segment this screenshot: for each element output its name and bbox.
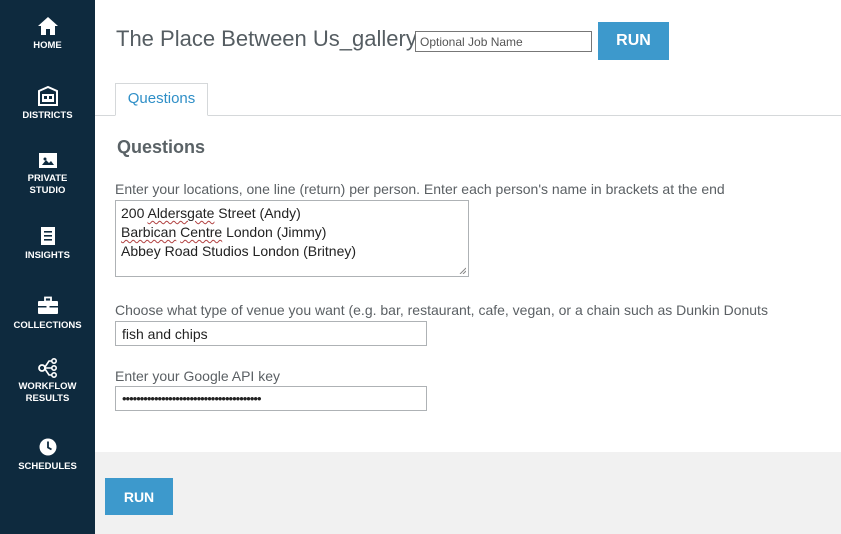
- section-title: Questions: [117, 137, 206, 157]
- sidebar-item-schedules[interactable]: SCHEDULES: [0, 437, 95, 473]
- location-text: Abbey Road Studios London (Britney): [121, 243, 357, 259]
- venue-label: Choose what type of venue you want (e.g.…: [115, 302, 768, 318]
- sidebar-item-label-line2: RESULTS: [25, 393, 70, 404]
- page-title: The Place Between Us_gallery: [116, 26, 417, 51]
- sidebar-item-label: SCHEDULES: [18, 461, 77, 472]
- insights-icon: [40, 227, 55, 245]
- private-studio-icon: [38, 153, 57, 168]
- tab-questions[interactable]: Questions: [115, 83, 208, 116]
- collections-icon: [37, 296, 58, 314]
- location-text: 200: [121, 205, 148, 221]
- location-text-misspelled: Aldersgate: [147, 205, 215, 221]
- location-line: 200 Aldersgate Street (Andy): [121, 204, 463, 223]
- sidebar-item-label: HOME: [33, 40, 62, 51]
- sidebar-item-insights[interactable]: INSIGHTS: [0, 226, 95, 262]
- sidebar-item-label: COLLECTIONS: [13, 320, 82, 331]
- run-button-top[interactable]: RUN: [598, 22, 669, 60]
- location-line: Barbican Centre London (Jimmy): [121, 223, 463, 242]
- sidebar-item-label: DISTRICTS: [22, 110, 73, 121]
- location-line: Abbey Road Studios London (Britney): [121, 242, 463, 261]
- districts-icon: [37, 86, 58, 106]
- location-text-misspelled: Centre: [180, 224, 223, 240]
- location-text-misspelled: Barbican: [121, 224, 177, 240]
- footer-bar: [95, 452, 841, 534]
- sidebar-item-label-line1: PRIVATE: [27, 173, 68, 184]
- sidebar-item-label: WORKFLOW RESULTS: [0, 381, 95, 405]
- sidebar-item-collections[interactable]: COLLECTIONS: [0, 296, 95, 332]
- sidebar-item-label-line1: WORKFLOW: [18, 381, 77, 392]
- sidebar-item-workflow-results[interactable]: WORKFLOW RESULTS: [0, 358, 95, 405]
- sidebar-item-private-studio[interactable]: PRIVATE STUDIO: [0, 150, 95, 197]
- api-key-label: Enter your Google API key: [115, 368, 280, 384]
- location-text: Street (Andy): [214, 205, 301, 221]
- sidebar-item-districts[interactable]: DISTRICTS: [0, 86, 95, 122]
- sidebar: HOME DISTRICTS PRIVATE STUDIO INSIGHTS C…: [0, 0, 95, 534]
- run-button-bottom[interactable]: RUN: [105, 478, 173, 515]
- locations-label: Enter your locations, one line (return) …: [115, 181, 725, 197]
- sidebar-item-label-line2: STUDIO: [29, 185, 66, 196]
- sidebar-item-home[interactable]: HOME: [0, 16, 95, 52]
- job-name-input[interactable]: [415, 31, 592, 52]
- home-icon: [37, 17, 58, 35]
- sidebar-item-label: INSIGHTS: [25, 250, 70, 261]
- location-text: London (Jimmy): [222, 224, 327, 240]
- resize-grip-icon[interactable]: [459, 267, 466, 274]
- venue-input[interactable]: [115, 321, 427, 346]
- locations-textarea[interactable]: 200 Aldersgate Street (Andy) Barbican Ce…: [115, 200, 469, 277]
- workflow-results-icon: [37, 358, 57, 378]
- clock-icon: [39, 438, 56, 456]
- api-key-input[interactable]: [115, 386, 427, 411]
- sidebar-item-label: PRIVATE STUDIO: [0, 173, 95, 197]
